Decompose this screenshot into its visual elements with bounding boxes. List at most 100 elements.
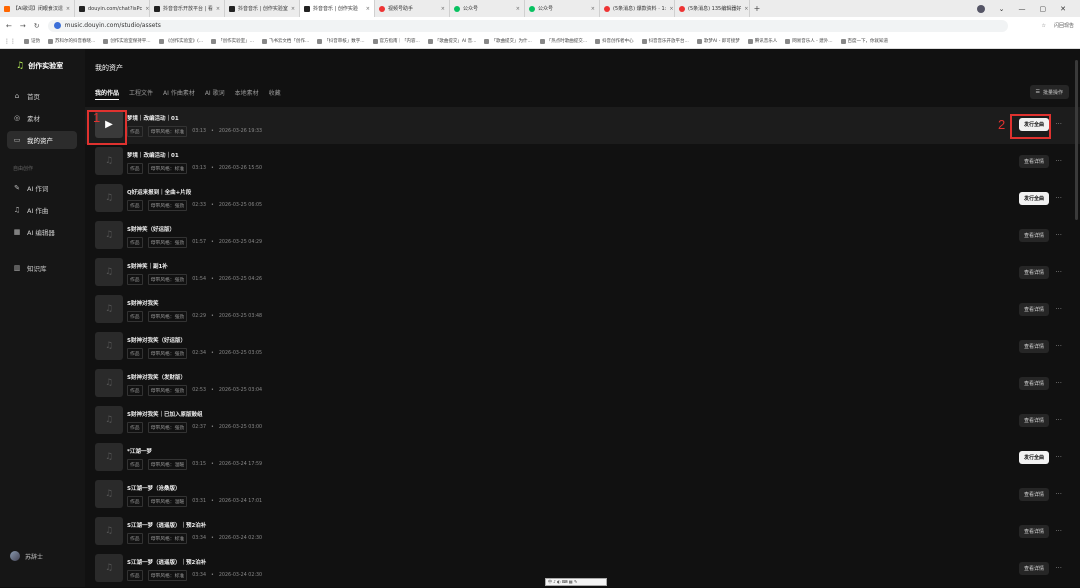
list-item[interactable]: ♫ S财神对我笑 作品 母带风格：强劲 02:29 • 2026-03-25 03:48 查看… xyxy=(85,292,1080,329)
profile-label[interactable]: 闪回现告 xyxy=(1054,22,1074,29)
maximize-icon[interactable]: ▢ xyxy=(1040,5,1047,13)
user-profile[interactable]: 苏辞士 xyxy=(10,551,43,561)
bookmark-item[interactable]: 百度一下，你就知道 xyxy=(840,38,888,44)
tab-close-icon[interactable]: × xyxy=(516,6,520,12)
view-details-button[interactable]: 查看详情 xyxy=(1018,562,1049,575)
bookmark-item[interactable]: 「创作实验室」... xyxy=(211,38,254,44)
tab-close-icon[interactable]: × xyxy=(669,6,673,12)
tab-1[interactable]: 工程文件 xyxy=(129,88,153,100)
tab-4[interactable]: 本地素材 xyxy=(235,88,259,100)
tab-0[interactable]: 我的作品 xyxy=(95,88,119,100)
scrollbar[interactable] xyxy=(1075,60,1078,220)
tab-close-icon[interactable]: × xyxy=(591,6,595,12)
reload-icon[interactable]: ↻ xyxy=(34,22,40,30)
cover-thumbnail[interactable]: ♫ xyxy=(95,258,123,286)
tab-2[interactable]: AI 作曲素材 xyxy=(163,88,195,100)
bookmark-item[interactable]: 歌梦AI - 即可接梦 xyxy=(696,38,740,44)
view-details-button[interactable]: 查看详情 xyxy=(1018,229,1049,242)
sidebar-tool-editor[interactable]: ▦ AI 编辑器 xyxy=(7,223,77,241)
tab-close-icon[interactable]: × xyxy=(66,6,70,12)
bookmark-item[interactable]: 抖音创作者中心 xyxy=(595,38,634,44)
more-options-icon[interactable]: ··· xyxy=(1055,564,1062,572)
view-details-button[interactable]: 查看详情 xyxy=(1018,155,1049,168)
list-item[interactable]: ♫ 梦境｜改编活动｜01 作品 母带风格：标准 03:13 • 2026-03-26 15:… xyxy=(85,144,1080,181)
bookmark-item[interactable]: 《创作实验室》(... xyxy=(158,38,203,44)
view-details-button[interactable]: 查看详情 xyxy=(1018,414,1049,427)
view-details-button[interactable]: 查看详情 xyxy=(1018,340,1049,353)
bookmark-item[interactable]: 官方指南｜「内容... xyxy=(372,38,420,44)
more-options-icon[interactable]: ··· xyxy=(1055,527,1062,535)
sidebar-item-location[interactable]: ◎ 素材 xyxy=(7,109,77,127)
list-item[interactable]: ♫ S财神对我笑｜已加入原版鼓组 作品 母带风格：强劲 02:37 • 2026-03-25… xyxy=(85,403,1080,440)
bookmark-star-icon[interactable]: ☆ xyxy=(1042,23,1046,29)
cover-thumbnail[interactable]: ♫ xyxy=(95,369,123,397)
cover-thumbnail[interactable]: ♫ xyxy=(95,184,123,212)
release-song-button[interactable]: 发行全曲 xyxy=(1018,192,1049,205)
list-item[interactable]: ♫ *江湖一梦 作品 母带风格：温暖 03:15 • 2026-03-24 17:59 发行全… xyxy=(85,440,1080,477)
more-options-icon[interactable]: ··· xyxy=(1055,453,1062,461)
view-details-button[interactable]: 查看详情 xyxy=(1018,525,1049,538)
browser-tab[interactable]: (5条消息) 爆款资料 · 1: × xyxy=(600,0,675,17)
more-options-icon[interactable]: ··· xyxy=(1055,157,1062,165)
bookmark-item[interactable]: 网易音乐人 - 建外... xyxy=(785,38,833,44)
bookmark-item[interactable]: 「歌曲提交」为什... xyxy=(484,38,532,44)
list-item[interactable]: ▶ 梦境｜改编活动｜01 作品 母带风格：标准 03:13 • 2026-03-26 19:… xyxy=(85,107,1080,144)
more-options-icon[interactable]: ··· xyxy=(1055,305,1062,313)
bookmark-item[interactable]: 创作实验室保持平... xyxy=(103,38,151,44)
sidebar-item-library[interactable]: ▥ 知识库 xyxy=(7,259,77,277)
cover-thumbnail[interactable]: ♫ xyxy=(95,443,123,471)
tab-5[interactable]: 收藏 xyxy=(269,88,281,100)
sidebar-tool-music-note[interactable]: ♫ AI 作曲 xyxy=(7,201,77,219)
bookmark-item[interactable]: 「抖音审核」数字... xyxy=(317,38,365,44)
bookmark-item[interactable]: 「热点时歌曲提交... xyxy=(539,38,587,44)
bookmark-item[interactable]: 苏科尔的抖音春晓... xyxy=(48,38,95,44)
tab-close-icon[interactable]: × xyxy=(744,6,748,12)
more-options-icon[interactable]: ··· xyxy=(1055,194,1062,202)
browser-tab[interactable]: 公众号 × xyxy=(450,0,525,17)
cover-thumbnail[interactable]: ♫ xyxy=(95,517,123,545)
more-options-icon[interactable]: ··· xyxy=(1055,120,1062,128)
sidebar-item-folder[interactable]: ▭ 我的资产 xyxy=(7,131,77,149)
new-tab-button[interactable]: + xyxy=(750,4,764,13)
tab-3[interactable]: AI 歌词 xyxy=(205,88,225,100)
browser-tab[interactable]: douyin.com/chat?isPc × xyxy=(75,0,150,17)
more-options-icon[interactable]: ··· xyxy=(1055,379,1062,387)
list-item[interactable]: ♫ S江湖一梦（逍遥版）｜预2泊补 作品 母带风格：标准 03:34 • 2026-03-2… xyxy=(85,514,1080,551)
bookmark-item[interactable]: 腾讯音乐人 xyxy=(747,38,777,44)
list-item[interactable]: ♫ S财神笑（好运版） 作品 母带风格：强劲 01:57 • 2026-03-25 04:2… xyxy=(85,218,1080,255)
ime-toolbar[interactable]: 中 ♪ ◐ ⌨ ▦ ✎ xyxy=(545,578,607,586)
back-icon[interactable]: ← xyxy=(6,22,12,30)
list-item[interactable]: ♫ S财神对我笑（发财版） 作品 母带风格：强劲 02:53 • 2026-03-25 03… xyxy=(85,366,1080,403)
tab-close-icon[interactable]: × xyxy=(366,6,370,12)
tab-close-icon[interactable]: × xyxy=(145,6,149,12)
more-options-icon[interactable]: ··· xyxy=(1055,268,1062,276)
app-logo[interactable]: ♫ 创作实验室 xyxy=(16,61,63,71)
browser-tab[interactable]: 抖音音乐开放平台 | 看 × xyxy=(150,0,225,17)
more-options-icon[interactable]: ··· xyxy=(1055,342,1062,350)
tab-close-icon[interactable]: × xyxy=(216,6,220,12)
view-details-button[interactable]: 查看详情 xyxy=(1018,303,1049,316)
view-details-button[interactable]: 查看详情 xyxy=(1018,266,1049,279)
list-item[interactable]: ♫ Q好运来报到｜全曲+片段 作品 母带风格：强劲 02:33 • 2026-03-25 0… xyxy=(85,181,1080,218)
minimize-icon[interactable]: — xyxy=(1019,5,1026,13)
site-info-icon[interactable] xyxy=(53,22,61,29)
more-options-icon[interactable]: ··· xyxy=(1055,231,1062,239)
browser-tab[interactable]: (5条消息) 135编辑器好 × xyxy=(675,0,750,17)
view-details-button[interactable]: 查看详情 xyxy=(1018,377,1049,390)
browser-tab[interactable]: 抖音音乐 | 创作实验室 × xyxy=(225,0,300,17)
list-item[interactable]: ♫ S财神笑｜副1补 作品 母带风格：强劲 01:54 • 2026-03-25 04:26… xyxy=(85,255,1080,292)
bookmark-item[interactable]: 抖音音乐开放平台... xyxy=(641,38,689,44)
list-item[interactable]: ♫ S江湖一梦（沧桑版） 作品 母带风格：温暖 03:31 • 2026-03-24 17:… xyxy=(85,477,1080,514)
browser-tab[interactable]: 抖音音乐 | 创作实验 × xyxy=(300,0,375,17)
more-options-icon[interactable]: ··· xyxy=(1055,416,1062,424)
list-item[interactable]: ♫ S财神对我笑（好运版） 作品 母带风格：强劲 02:34 • 2026-03-25 03… xyxy=(85,329,1080,366)
close-icon[interactable]: ✕ xyxy=(1060,5,1066,13)
sidebar-item-home[interactable]: ⌂ 首页 xyxy=(7,87,77,105)
view-details-button[interactable]: 查看详情 xyxy=(1018,488,1049,501)
release-song-button[interactable]: 发行全曲 xyxy=(1018,451,1049,464)
tab-close-icon[interactable]: × xyxy=(441,6,445,12)
bookmark-item[interactable]: 证伪 xyxy=(24,38,40,44)
cover-thumbnail[interactable]: ♫ xyxy=(95,554,123,582)
browser-tab[interactable]: 视频号助手 × xyxy=(375,0,450,17)
bookmark-item[interactable]: 飞书云文档「创作... xyxy=(261,38,309,44)
